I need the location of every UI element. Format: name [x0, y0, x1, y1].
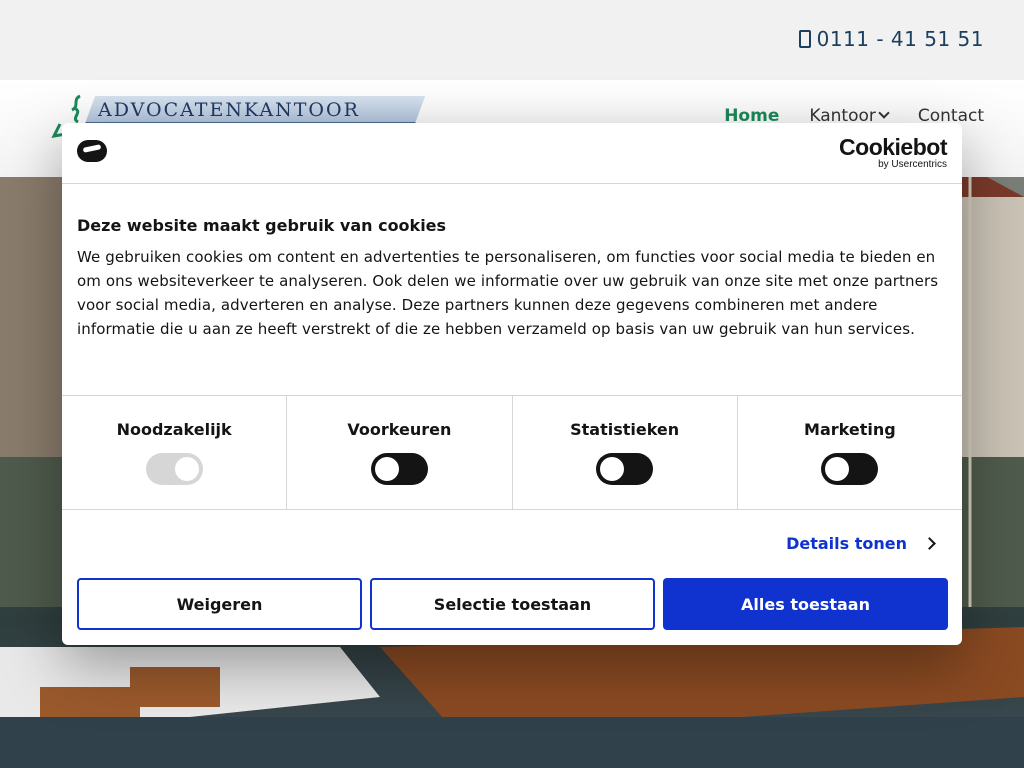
phone-number: 0111 - 41 51 51 — [816, 27, 984, 51]
toggle-marketing[interactable] — [821, 453, 879, 485]
toggle-statistics[interactable] — [596, 453, 654, 485]
phone-link[interactable]: 0111 - 41 51 51 — [798, 27, 984, 51]
details-link[interactable]: Details tonen — [786, 534, 936, 553]
cookiebot-brand[interactable]: Cookiebot by Usercentrics — [839, 135, 947, 170]
allow-all-button[interactable]: Alles toestaan — [663, 578, 948, 630]
category-necessary: Noodzakelijk — [62, 396, 288, 509]
toggle-knob — [600, 457, 625, 481]
category-preferences: Voorkeuren — [287, 396, 513, 509]
toggle-necessary — [145, 453, 203, 485]
phone-icon — [798, 30, 811, 48]
toggle-knob — [825, 457, 850, 481]
toggle-preferences[interactable] — [370, 453, 428, 485]
category-marketing: Marketing — [738, 396, 962, 509]
dialog-title: Deze website maakt gebruik van cookies — [77, 216, 447, 235]
toggle-knob — [174, 457, 199, 481]
category-label: Statistieken — [570, 420, 680, 439]
dialog-header: Cookiebot by Usercentrics — [62, 123, 962, 184]
cookie-consent-dialog: Cookiebot by Usercentrics Deze website m… — [62, 123, 962, 645]
brand-name: Cookiebot — [839, 134, 947, 160]
logo-text: ADVOCATENKANTOOR — [98, 99, 360, 121]
chevron-right-icon — [923, 537, 936, 550]
dialog-text: We gebruiken cookies om content en adver… — [77, 248, 939, 338]
category-statistics: Statistieken — [513, 396, 738, 509]
category-label: Marketing — [804, 420, 896, 439]
top-bar: 0111 - 41 51 51 — [0, 0, 1024, 80]
allow-selection-button[interactable]: Selectie toestaan — [370, 578, 655, 630]
dialog-buttons: Weigeren Selectie toestaan Alles toestaa… — [77, 578, 948, 630]
toggle-knob — [374, 457, 399, 481]
dialog-body: Deze website maakt gebruik van cookies W… — [62, 184, 962, 396]
cookie-categories: Noodzakelijk Voorkeuren Statistieken Mar… — [62, 396, 962, 510]
category-label: Voorkeuren — [347, 420, 452, 439]
decline-button[interactable]: Weigeren — [77, 578, 362, 630]
category-label: Noodzakelijk — [116, 420, 232, 439]
chevron-down-icon — [878, 107, 890, 119]
cookiebot-logo-icon — [77, 140, 107, 162]
brand-sub: by Usercentrics — [878, 159, 947, 170]
details-label: Details tonen — [786, 534, 907, 553]
